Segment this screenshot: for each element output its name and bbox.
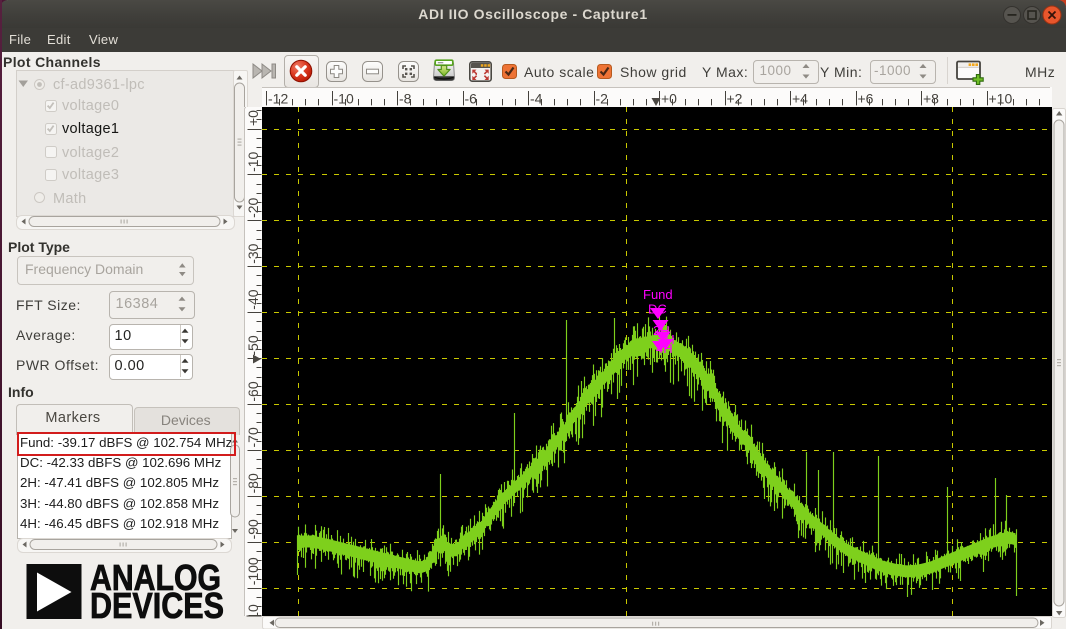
svg-text:Fund: Fund xyxy=(643,287,673,302)
svg-text:-110: -110 xyxy=(245,604,261,629)
svg-text:+10: +10 xyxy=(989,91,1013,107)
svg-text:-70: -70 xyxy=(245,427,261,447)
svg-text:-8: -8 xyxy=(399,91,412,107)
svg-text:-50: -50 xyxy=(245,335,261,355)
svg-text:+2: +2 xyxy=(727,91,743,107)
svg-text:DEVICES: DEVICES xyxy=(90,585,224,620)
svg-text:+0: +0 xyxy=(245,110,261,126)
svg-text:+0: +0 xyxy=(661,91,677,107)
svg-text:-10: -10 xyxy=(245,151,261,171)
svg-text:-6: -6 xyxy=(465,91,478,107)
svg-text:-90: -90 xyxy=(245,519,261,539)
svg-text:-2: -2 xyxy=(596,91,609,107)
svg-text:-60: -60 xyxy=(245,381,261,401)
svg-text:-40: -40 xyxy=(245,289,261,309)
svg-text:-30: -30 xyxy=(245,243,261,263)
svg-text:+8: +8 xyxy=(923,91,939,107)
svg-text:-80: -80 xyxy=(245,473,261,493)
svg-text:+6: +6 xyxy=(858,91,874,107)
svg-text:-20: -20 xyxy=(245,197,261,217)
svg-text:+4: +4 xyxy=(792,91,808,107)
svg-text:-4: -4 xyxy=(530,91,543,107)
svg-text:-12: -12 xyxy=(268,91,288,107)
svg-text:-10: -10 xyxy=(334,91,354,107)
svg-text:-100: -100 xyxy=(245,557,261,585)
